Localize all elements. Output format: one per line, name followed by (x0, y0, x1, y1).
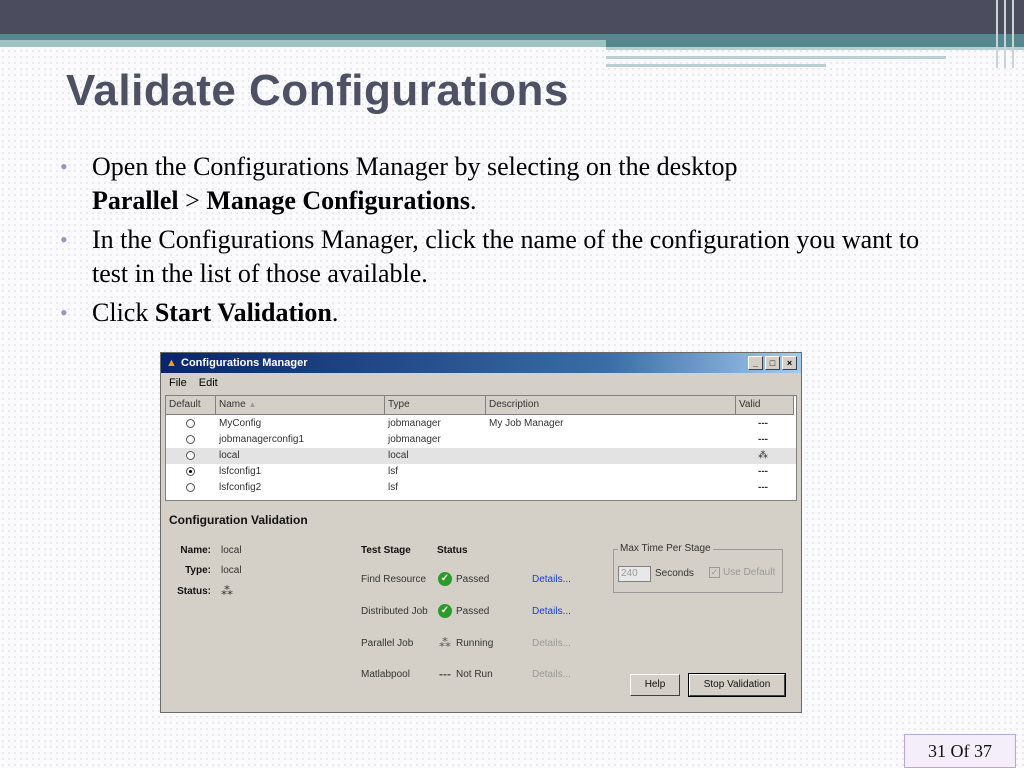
table-row[interactable]: MyConfig jobmanager My Job Manager --- (166, 416, 796, 432)
table-header: Default Name ▲ Type Description Valid (166, 396, 796, 415)
details-link-disabled: Details... (532, 669, 571, 680)
bullet-dot-icon: • (60, 227, 68, 252)
validation-heading: Configuration Validation (169, 513, 308, 527)
details-link-disabled: Details... (532, 638, 571, 649)
default-radio-checked[interactable] (186, 467, 195, 476)
slide-vline (996, 0, 998, 68)
stage-status: ✓ Passed (438, 604, 489, 618)
table-row[interactable]: jobmanagerconfig1 jobmanager --- (166, 432, 796, 448)
default-radio[interactable] (186, 435, 195, 444)
stop-validation-button[interactable]: Stop Validation (688, 673, 786, 697)
column-name[interactable]: Name ▲ (216, 396, 385, 415)
spinner-icon: ⁂ (758, 450, 768, 461)
use-default-checkbox: ✓ Use Default (709, 567, 776, 578)
stage-find-resource: Find Resource (361, 574, 427, 585)
default-radio[interactable] (186, 419, 195, 428)
stage-matlabpool: Matlabpool (361, 669, 410, 680)
type-label: Type: (185, 565, 211, 576)
bullet-dot-icon: • (60, 300, 68, 325)
status-header: Status (437, 545, 468, 556)
bullet-dot-icon: • (60, 154, 68, 179)
table-row-selected[interactable]: local local ⁂ (166, 448, 796, 464)
configurations-table: Default Name ▲ Type Description Valid My… (165, 395, 797, 501)
configurations-manager-window: ▲ Configurations Manager _ □ × File Edit… (160, 352, 802, 713)
slide-vline (1004, 0, 1006, 68)
spinner-icon: ⁂ (439, 636, 451, 650)
stage-distributed-job: Distributed Job (361, 606, 428, 617)
stage-status: ✓ Passed (438, 572, 489, 586)
column-type[interactable]: Type (385, 396, 486, 415)
bullet-item: • In the Configurations Manager, click t… (60, 225, 920, 288)
window-controls: _ □ × (748, 356, 797, 370)
menu-bar: File Edit (161, 373, 801, 393)
stage-parallel-job: Parallel Job (361, 638, 414, 649)
column-valid[interactable]: Valid (736, 396, 794, 415)
slide-title: Validate Configurations (66, 66, 569, 115)
stage-status: --- Not Run (439, 667, 493, 681)
slide-stripe (606, 56, 946, 59)
default-radio[interactable] (186, 483, 195, 492)
slide-stripe (606, 64, 826, 67)
slide-stripe (606, 47, 1024, 50)
name-label: Name: (180, 545, 211, 556)
status-spinner-icon: ⁂ (221, 584, 233, 598)
test-stage-header: Test Stage (361, 545, 411, 556)
dash-icon: --- (439, 667, 451, 681)
column-default[interactable]: Default (166, 396, 216, 415)
default-radio[interactable] (186, 451, 195, 460)
type-value: local (221, 565, 242, 576)
page-indicator: 31 Of 37 (904, 734, 1016, 768)
name-value: local (221, 545, 242, 556)
status-label: Status: (177, 586, 211, 597)
maximize-icon[interactable]: □ (765, 356, 780, 370)
checkbox-checked-icon: ✓ (709, 567, 720, 578)
minimize-icon[interactable]: _ (748, 356, 763, 370)
window-title-bar[interactable]: ▲ Configurations Manager _ □ × (161, 353, 801, 373)
seconds-label: Seconds (655, 568, 694, 579)
table-row[interactable]: lsfconfig2 lsf --- (166, 480, 796, 496)
max-time-input: 240 (618, 566, 651, 582)
close-icon[interactable]: × (782, 356, 797, 370)
menu-edit[interactable]: Edit (199, 373, 218, 393)
bullet-item: • Click Start Validation. (58, 296, 958, 330)
check-icon: ✓ (438, 572, 452, 586)
stage-status: ⁂ Running (439, 636, 494, 650)
slide-teal-accent (0, 40, 606, 47)
check-icon: ✓ (438, 604, 452, 618)
help-button[interactable]: Help (630, 674, 680, 696)
slide-vline (1012, 0, 1014, 68)
details-link[interactable]: Details... (532, 606, 571, 617)
window-title: Configurations Manager (181, 357, 308, 369)
bullet-item: • Open the Configurations Manager by sel… (60, 152, 738, 215)
max-time-label: Max Time Per Stage (618, 543, 713, 554)
matlab-logo-icon: ▲ (166, 357, 177, 369)
max-time-group: Max Time Per Stage 240 Seconds ✓ Use Defa… (613, 543, 783, 593)
column-description[interactable]: Description (486, 396, 736, 415)
slide-top-bar (0, 0, 1024, 34)
table-row[interactable]: lsfconfig1 lsf --- (166, 464, 796, 480)
sort-ascending-icon: ▲ (248, 400, 257, 409)
menu-file[interactable]: File (169, 373, 187, 393)
details-link[interactable]: Details... (532, 574, 571, 585)
bullet-list: • Open the Configurations Manager by sel… (58, 150, 958, 335)
